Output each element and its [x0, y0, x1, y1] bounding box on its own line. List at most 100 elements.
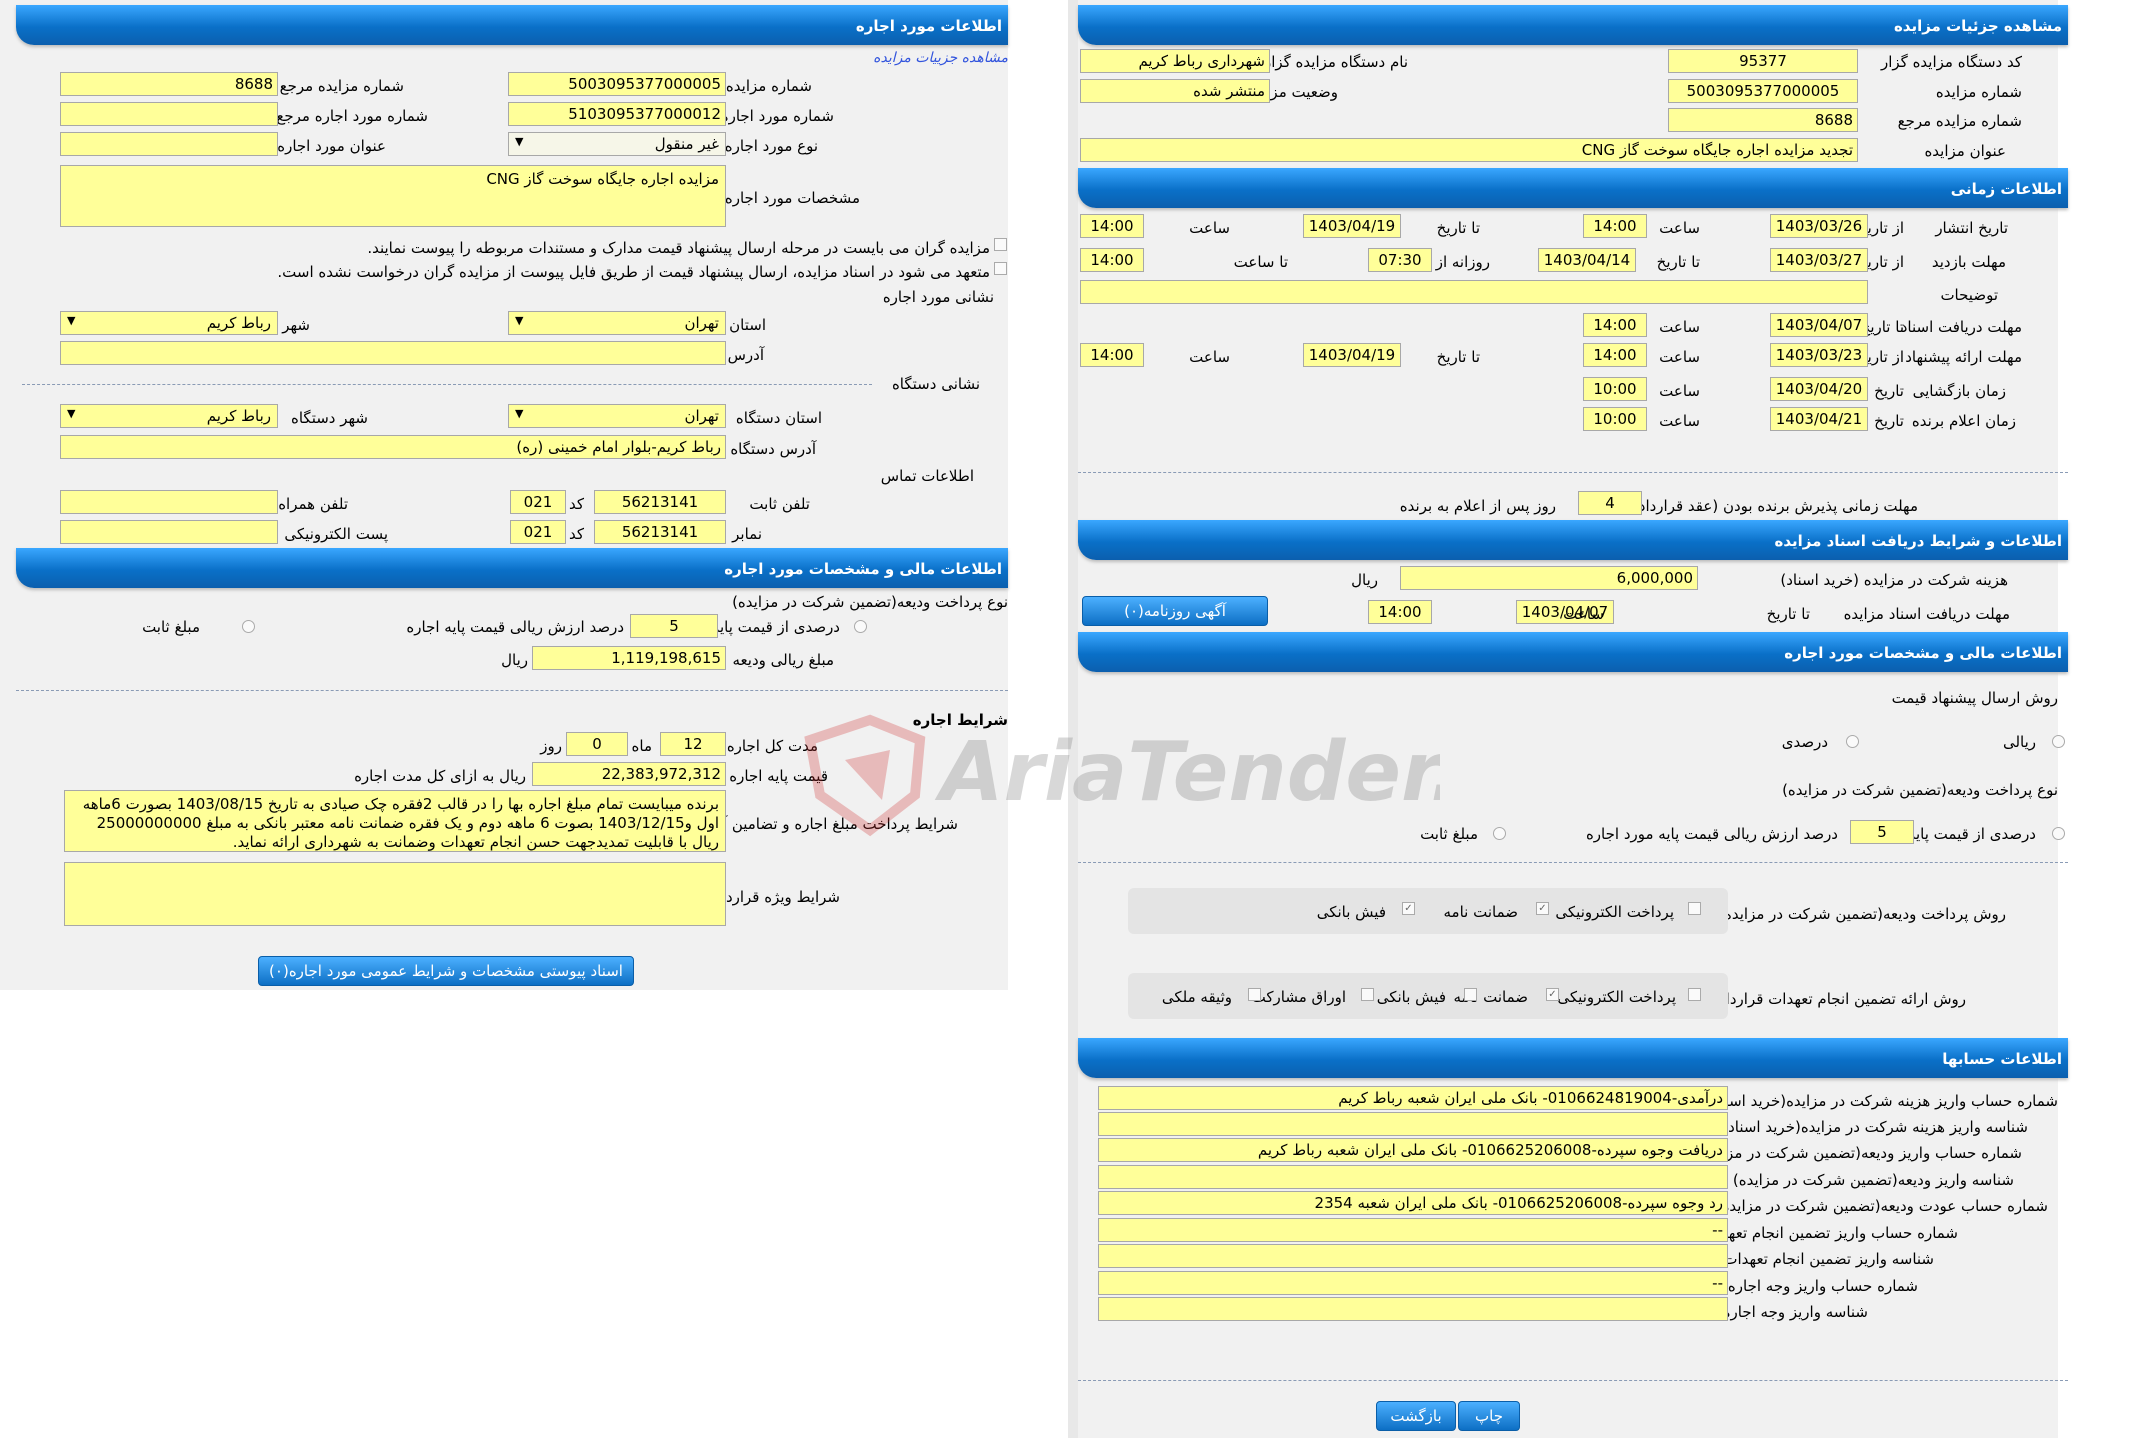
guarantee-letter2-checkbox[interactable]: ✓: [1546, 988, 1559, 1001]
opening-date-label: تاریخ: [1874, 382, 1904, 400]
percent-base-radio[interactable]: [2052, 827, 2065, 840]
publish-from-time: 14:00: [1583, 214, 1647, 238]
fee-field: 6,000,000: [1400, 566, 1698, 590]
special-terms-label: شرایط ویژه قرارداد: [715, 888, 840, 906]
notes-label: توضیحات: [1940, 286, 1998, 304]
opening-time-label: ساعت: [1659, 382, 1700, 400]
acc8-field: --: [1098, 1271, 1728, 1295]
bank-receipt2-checkbox[interactable]: [1464, 988, 1477, 1001]
notice2-checkbox[interactable]: [994, 262, 1007, 275]
offer-from-time-label: ساعت: [1659, 348, 1700, 366]
fixed-amount-radio[interactable]: [1493, 827, 1506, 840]
section-header-details: مشاهده جزئیات مزایده: [1078, 5, 2068, 45]
province-value: تهران: [684, 314, 719, 332]
org-name-field: شهرداری رباط کریم: [1080, 49, 1270, 73]
address-section-label: نشانی مورد اجاره: [882, 288, 994, 306]
winner-date-label: تاریخ: [1874, 412, 1904, 430]
acc6-label: شماره حساب واریز تضمین انجام تعهدات: [1702, 1224, 1958, 1242]
percent-base-radio[interactable]: [854, 620, 867, 633]
auction-no-label: شماره مزایده: [1935, 83, 2022, 101]
item-type-select[interactable]: غیر منقول ▼: [508, 132, 726, 156]
item-title-label: عنوان مورد اجاره: [277, 137, 386, 155]
ref-no-field: 8688: [60, 72, 278, 96]
acc2-label: شناسه واریز هزینه شرکت در مزایده(خرید اس…: [1722, 1118, 2028, 1136]
percent-base-label: درصدی از قیمت پایه: [711, 618, 840, 636]
base-price-label: قیمت پایه اجاره: [729, 767, 828, 785]
item-no-field: 5103095377000012: [508, 102, 726, 126]
visit-to-label: تا تاریخ: [1656, 253, 1700, 271]
lease-terms-heading: شرایط اجاره: [912, 711, 1008, 729]
deposit-method-label: روش پرداخت ودیعه(تضمین شرکت در مزایده): [1718, 905, 2006, 923]
visit-start-time: 07:30: [1368, 248, 1432, 272]
fixed-amount-radio[interactable]: [242, 620, 255, 633]
province-label: استان: [729, 316, 766, 334]
acc7-label: شناسه واریز تضمین انجام تعهدات: [1723, 1250, 1934, 1268]
percent-value-field: 5: [630, 614, 718, 638]
city-select[interactable]: رباط کریم ▼: [60, 311, 278, 335]
title-field: تجدید مزایده اجاره جایگاه سوخت گاز CNG: [1080, 138, 1858, 162]
visit-to-date: 1403/04/14: [1538, 248, 1636, 272]
back-button[interactable]: بازگشت: [1376, 1401, 1456, 1431]
address-label: آدرس: [727, 346, 764, 364]
section-header-financial: اطلاعات مالی و مشخصات مورد اجاره: [16, 548, 1008, 588]
fax-code-label: کد: [568, 525, 584, 543]
guarantee-electronic-checkbox[interactable]: [1688, 988, 1701, 1001]
ref-no-label: شماره مزایده مرجع: [279, 77, 404, 95]
org-province-select[interactable]: تهران ▼: [508, 404, 726, 428]
contact-section-label: اطلاعات تماس: [880, 467, 974, 485]
deposit-currency: ریال: [501, 651, 528, 669]
bonds-checkbox[interactable]: [1361, 988, 1374, 1001]
notice1-checkbox[interactable]: [994, 238, 1007, 251]
item-type-label: نوع مورد اجاره: [724, 137, 818, 155]
acc4-field: [1098, 1165, 1728, 1189]
deposit-type-label: نوع پرداخت ودیعه(تضمین شرکت در مزایده): [1782, 781, 2058, 799]
offer-to-time: 14:00: [1080, 343, 1144, 367]
status-field: منتشر شده: [1080, 79, 1270, 103]
attachments-button[interactable]: اسناد پیوستی مشخصات و شرایط عمومی مورد ا…: [258, 956, 634, 986]
rial-radio[interactable]: [2052, 735, 2065, 748]
org-province-label: استان دستگاه: [735, 409, 822, 427]
province-select[interactable]: تهران ▼: [508, 311, 726, 335]
electronic-checkbox[interactable]: [1688, 902, 1701, 915]
percent-base-label: درصدی از قیمت پایه: [1907, 825, 2036, 843]
divider: [16, 690, 1008, 691]
base-price-suffix: ریال به ازای کل مدت اجاره: [354, 767, 526, 785]
org-city-select[interactable]: رباط کریم ▼: [60, 404, 278, 428]
property-checkbox[interactable]: [1248, 988, 1261, 1001]
publish-from-date: 1403/03/26: [1770, 214, 1868, 238]
lease-item-panel: اطلاعات مورد اجاره مشاهده جزییات مزایده …: [0, 0, 1008, 990]
ref-no-field: 8688: [1668, 108, 1858, 132]
item-no-label: شماره مورد اجاره: [720, 107, 834, 125]
print-button[interactable]: چاپ: [1458, 1401, 1520, 1431]
rial-option-label: ریالی: [2002, 733, 2036, 751]
winner-time-label: ساعت: [1659, 412, 1700, 430]
offer-to-time-label: ساعت: [1189, 348, 1230, 366]
email-field: [60, 520, 278, 544]
winner-date: 1403/04/21: [1770, 407, 1868, 431]
percent-option-label: درصدی: [1781, 733, 1828, 751]
day-label: روز: [540, 737, 562, 755]
mobile-label: تلفن همراه: [278, 495, 348, 513]
acc9-label: شناسه واریز وجه اجاره: [1722, 1303, 1868, 1321]
opening-label: زمان بازگشایی: [1912, 382, 2006, 400]
percent-desc: درصد ارزش ریالی قیمت پایه اجاره: [406, 618, 624, 636]
guarantee-letter-checkbox[interactable]: ✓: [1536, 902, 1549, 915]
acc1-field: درآمدی-0106624819004- بانک ملی ایران شعب…: [1098, 1086, 1728, 1110]
winner-label: زمان اعلام برنده: [1911, 412, 2016, 430]
org-address-label: آدرس دستگاه: [730, 440, 816, 458]
acc8-label: شماره حساب واریز وجه اجاره: [1727, 1277, 1918, 1295]
section-header-docs: اطلاعات و شرایط دریافت اسناد مزایده: [1078, 520, 2068, 560]
view-details-link[interactable]: مشاهده جزییات مزایده: [873, 50, 1008, 66]
docs-deadline-date: 1403/04/07: [1770, 313, 1868, 337]
bank-receipt-checkbox[interactable]: ✓: [1402, 902, 1415, 915]
acc5-field: رد وجوه سپرده-0106625206008- بانک ملی ای…: [1098, 1191, 1728, 1215]
section-header-financial: اطلاعات مالی و مشخصات مورد اجاره: [1078, 632, 2068, 672]
percent-radio[interactable]: [1846, 735, 1859, 748]
auction-no-label: شماره مزایده: [725, 77, 812, 95]
publish-to-time: 14:00: [1080, 214, 1144, 238]
bonds-label: اوراق مشارکت: [1251, 988, 1346, 1006]
electronic-label: پرداخت الکترونیکی: [1555, 903, 1674, 921]
guarantee-electronic-label: پرداخت الکترونیکی: [1557, 988, 1676, 1006]
phone-code-label: کد: [568, 495, 584, 513]
newspaper-ad-button[interactable]: آگهی روزنامه(۰): [1082, 596, 1268, 626]
